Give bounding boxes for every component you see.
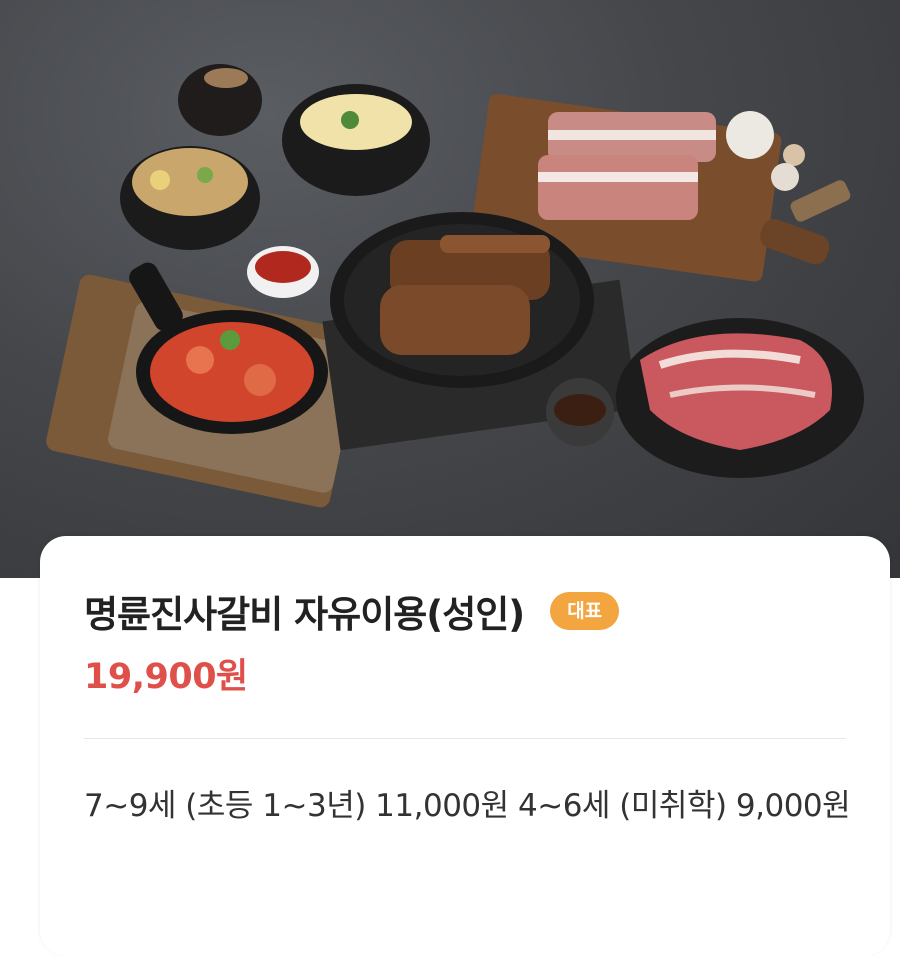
title-row: 명륜진사갈비 자유이용(성인) 대표 xyxy=(84,586,620,636)
divider xyxy=(84,738,846,739)
product-card: 명륜진사갈비 자유이용(성인) 대표 19,900원 7~9세 (초등 1~3년… xyxy=(40,536,890,956)
product-title: 명륜진사갈비 자유이용(성인) xyxy=(84,593,525,636)
product-price: 19,900원 xyxy=(84,657,248,697)
representative-badge: 대표 xyxy=(550,592,620,630)
product-description: 7~9세 (초등 1~3년) 11,000원 4~6세 (미취학) 9,000원 xyxy=(84,788,851,824)
product-image xyxy=(0,0,900,578)
food-photo xyxy=(46,64,864,508)
